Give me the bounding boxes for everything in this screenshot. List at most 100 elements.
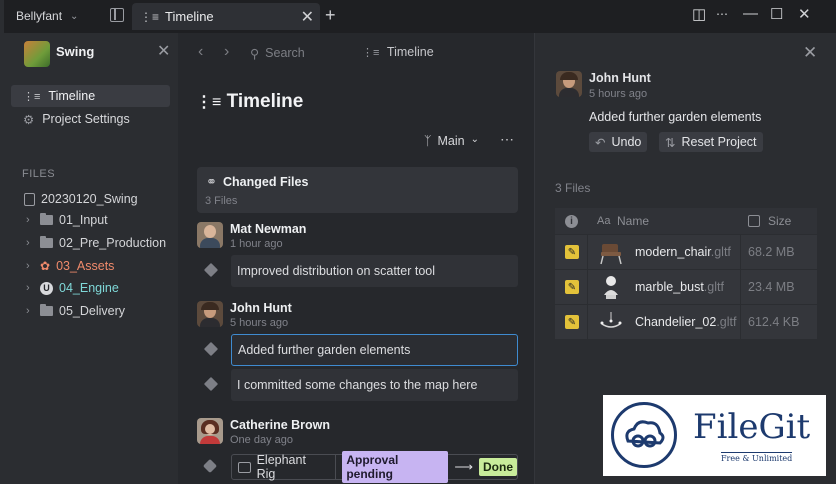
search-input[interactable]: ⚲ Search (244, 42, 354, 64)
detail-author: John Hunt (589, 71, 651, 85)
tab-timeline[interactable]: ⋮≡ Timeline ✕ (132, 3, 320, 30)
file-basename: modern_chair (635, 245, 711, 259)
blender-icon: ✿ (40, 259, 51, 273)
file-name: marble_bust.gltf (635, 280, 724, 294)
status-badge-approval-pending: Approval pending (342, 451, 449, 483)
detail-message: Added further garden elements (589, 110, 762, 124)
sidebar-item-label: Timeline (48, 89, 96, 103)
status-change-card[interactable]: Elephant Rig Approval pending ⟶ Done (231, 451, 518, 483)
tree-item-label: 02_Pre_Production (59, 236, 167, 250)
column-header-name[interactable]: Name (617, 214, 649, 228)
timeline-panel: ‹ › ⚲ Search ⋮≡ Timeline ⋮≡ Timeline ᛉ M… (180, 33, 534, 484)
commit-time: 1 hour ago (230, 238, 283, 250)
reset-label: Reset Project (681, 135, 757, 149)
gear-icon: ⚙ (23, 112, 35, 127)
chandelier-thumbnail (600, 312, 622, 328)
forward-arrow-icon[interactable]: › (224, 43, 229, 61)
tree-item-04-engine[interactable]: › U 04_Engine (26, 281, 119, 295)
status-badge-done: Done (479, 458, 518, 476)
undo-button[interactable]: ↶ Undo (589, 132, 648, 152)
changed-files-card[interactable]: ⚭ Changed Files 3 Files (197, 167, 518, 213)
tree-root-folder[interactable]: 20230120_Swing (24, 192, 138, 206)
cell-divider (587, 305, 588, 339)
chevron-right-icon: › (26, 214, 30, 226)
document-icon (24, 192, 35, 206)
chevron-right-icon: › (26, 305, 30, 317)
reset-project-button[interactable]: ⇅ Reset Project (659, 132, 763, 152)
file-basename: Chandelier_02 (635, 315, 717, 329)
folder-icon (40, 304, 53, 316)
cell-divider (740, 235, 741, 269)
sidebar-item-label: Project Settings (42, 112, 130, 126)
commit-message[interactable]: Improved distribution on scatter tool (231, 255, 518, 287)
chevron-down-icon: ⌄ (470, 134, 479, 145)
tag-icon (202, 458, 218, 474)
commit-message[interactable]: I committed some changes to the map here (231, 369, 518, 401)
timeline-icon: ⋮≡ (196, 94, 222, 111)
branch-icon: ᛉ (424, 134, 432, 148)
tree-item-03-assets[interactable]: › ✿ 03_Assets (26, 259, 114, 273)
commit-node-icon: ⚭ (206, 174, 217, 189)
file-extension: .gltf (703, 280, 724, 294)
chair-thumbnail (600, 244, 622, 265)
close-window-button[interactable]: ✕ (798, 5, 811, 23)
project-name: Swing (56, 44, 95, 59)
filegit-logo (611, 402, 677, 468)
file-size: 68.2 MB (748, 245, 795, 259)
tree-item-02-pre-production[interactable]: › 02_Pre_Production (26, 236, 166, 250)
timeline-icon: ⋮≡ (140, 9, 160, 24)
branch-selector[interactable]: ᛉ Main ⌄ (424, 134, 479, 148)
text-type-icon: Aa (597, 215, 611, 227)
rig-label: Elephant Rig (256, 453, 306, 481)
close-project-icon[interactable]: ✕ (157, 41, 170, 61)
file-size: 612.4 KB (748, 315, 800, 329)
cell-divider (587, 235, 588, 269)
chevron-right-icon: › (26, 237, 30, 249)
chevron-right-icon: › (26, 260, 30, 272)
minimize-button[interactable]: — (743, 5, 758, 22)
tree-item-05-delivery[interactable]: › 05_Delivery (26, 304, 125, 318)
breadcrumb: ⋮≡ Timeline (362, 45, 434, 59)
commit-icon (203, 376, 219, 392)
timeline-icon: ⋮≡ (362, 47, 380, 59)
column-header-size[interactable]: Size (768, 214, 791, 228)
pencil-icon[interactable]: ✎ (565, 245, 579, 259)
pencil-icon[interactable]: ✎ (565, 280, 579, 294)
commit-author: John Hunt (230, 301, 292, 315)
file-name: Chandelier_02.gltf (635, 315, 736, 329)
sidebar-item-timeline[interactable]: ⋮≡ Timeline (11, 85, 170, 107)
maximize-button[interactable]: ☐ (770, 5, 783, 23)
tree-item-label: 03_Assets (56, 259, 115, 273)
search-placeholder: Search (265, 46, 305, 60)
bust-thumbnail (604, 276, 618, 299)
file-basename: marble_bust (635, 280, 704, 294)
table-row[interactable]: ✎ marble_bust.gltf 23.4 MB (555, 270, 817, 304)
sidebar-toggle-icon[interactable] (110, 8, 124, 22)
workspace-switcher[interactable]: Bellyfant ⌄ (16, 9, 78, 23)
table-row[interactable]: ✎ modern_chair.gltf 68.2 MB (555, 235, 817, 269)
commit-text: Improved distribution on scatter tool (237, 264, 436, 278)
new-tab-button[interactable]: + (325, 5, 336, 26)
avatar-john-hunt (556, 71, 582, 97)
cell-divider (587, 270, 588, 304)
close-tab-icon[interactable]: ✕ (301, 7, 314, 27)
file-count: 3 Files (555, 181, 591, 195)
split-view-icon[interactable]: ◫ (692, 5, 706, 23)
folder-icon (40, 236, 53, 248)
close-panel-icon[interactable]: ✕ (803, 43, 817, 63)
tree-item-01-input[interactable]: › 01_Input (26, 213, 108, 227)
more-icon[interactable]: ⋯ (716, 7, 728, 21)
back-arrow-icon[interactable]: ‹ (198, 43, 203, 61)
more-options-icon[interactable]: ⋯ (500, 131, 514, 148)
table-row[interactable]: ✎ Chandelier_02.gltf 612.4 KB (555, 305, 817, 339)
commit-message-selected[interactable]: Added further garden elements (231, 334, 518, 366)
avatar-john-hunt (197, 301, 223, 327)
undo-label: Undo (611, 135, 642, 149)
pencil-icon[interactable]: ✎ (565, 315, 579, 329)
chevron-down-icon: ⌄ (70, 10, 79, 22)
sidebar-item-project-settings[interactable]: ⚙ Project Settings (11, 108, 170, 130)
save-icon (748, 215, 760, 227)
search-icon: ⚲ (250, 46, 260, 61)
tree-item-label: 20230120_Swing (41, 192, 138, 206)
avatar-mat-newman (197, 222, 223, 248)
